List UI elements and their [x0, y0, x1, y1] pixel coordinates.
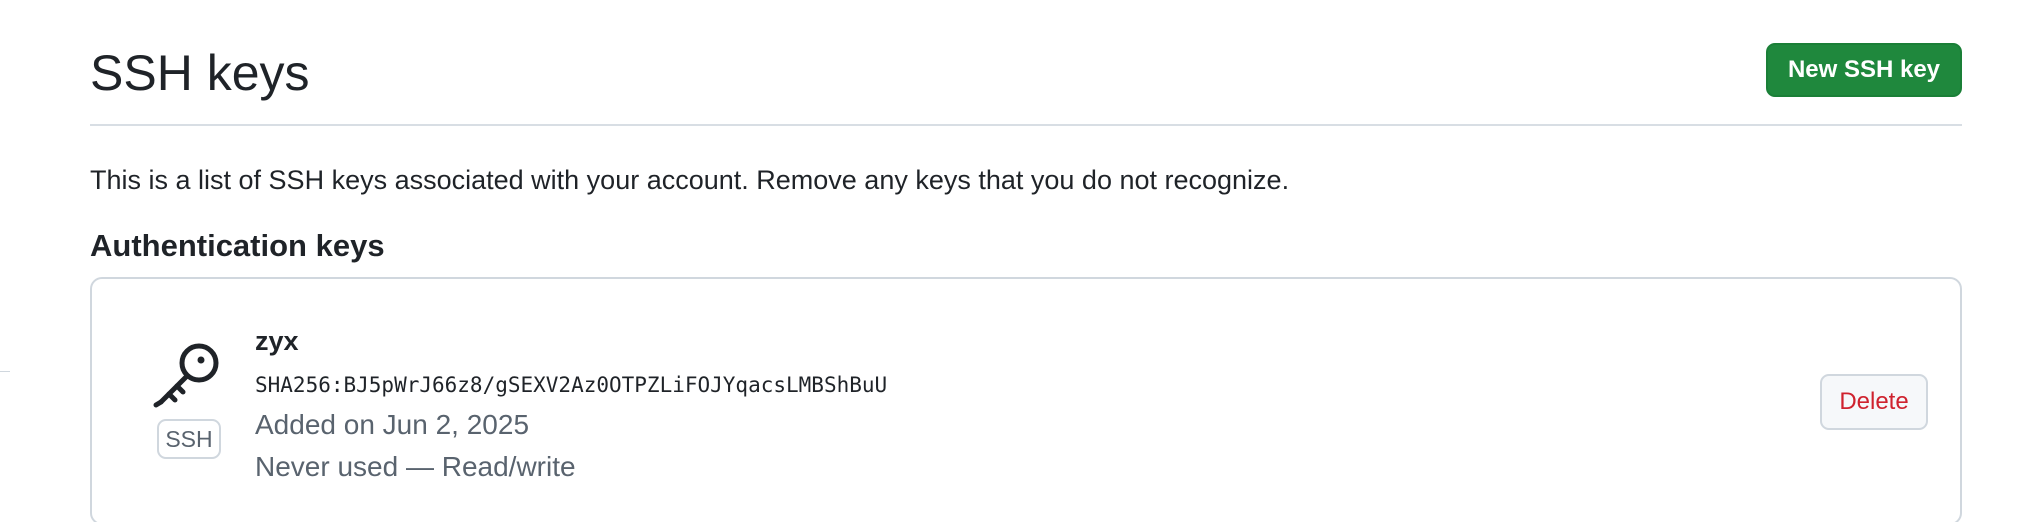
ssh-key-list-item: SSH zyx SHA256:BJ5pWrJ66z8/gSEXV2Az0OTPZ… — [90, 277, 1962, 522]
edge-divider — [0, 371, 10, 372]
ssh-type-label: SSH — [157, 419, 221, 459]
key-fingerprint: SHA256:BJ5pWrJ66z8/gSEXV2Az0OTPZLiFOJYqa… — [255, 373, 888, 397]
key-title: zyx — [255, 326, 299, 356]
section-title: Authentication keys — [90, 228, 385, 263]
key-added-date: Added on Jun 2, 2025 — [255, 409, 530, 440]
page-header: SSH keys New SSH key — [90, 40, 1962, 126]
ssh-keys-page: SSH keys New SSH key This is a list of S… — [0, 0, 2020, 522]
page-description: This is a list of SSH keys associated wi… — [90, 165, 1290, 195]
key-icon — [153, 343, 219, 408]
page-title: SSH keys — [90, 45, 310, 101]
key-usage-status: Never used — Read/write — [255, 451, 576, 482]
new-ssh-key-button[interactable]: New SSH key — [1766, 43, 1962, 97]
delete-key-button[interactable]: Delete — [1820, 374, 1928, 430]
